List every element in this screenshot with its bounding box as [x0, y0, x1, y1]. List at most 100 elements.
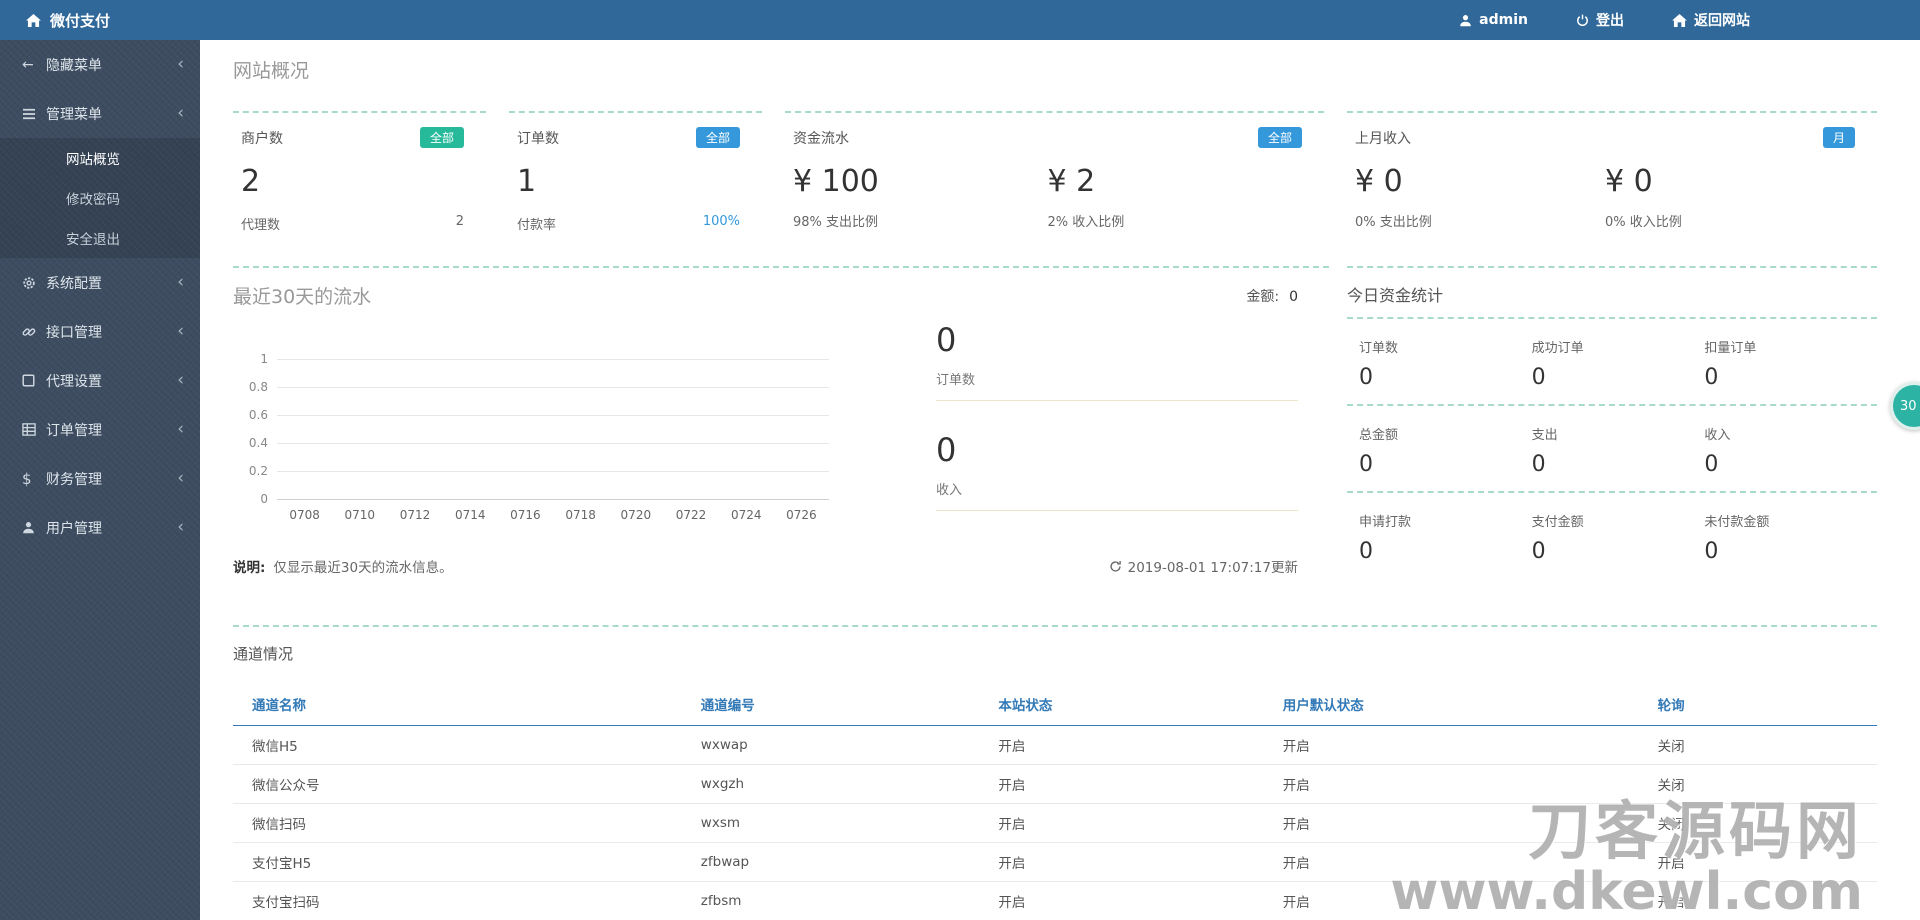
channels-title: 通道情况	[233, 645, 294, 663]
stat-col-expense: ¥ 100 98% 支出比例	[793, 148, 1048, 230]
link-icon	[22, 325, 46, 339]
today-label: 未付款金额	[1704, 515, 1770, 530]
sidebar-item-agent-settings[interactable]: 代理设置 ‹	[0, 356, 200, 405]
today-value: 0	[1704, 539, 1719, 564]
flow-chart-ylabels: 0 0.2 0.4 0.6 0.8 1	[235, 352, 277, 506]
sidebar-item-safe-exit[interactable]: 安全退出	[0, 218, 200, 258]
channels-table: 通道名称 通道编号 本站状态 用户默认状态 轮询 微信H5 wxwap 开启 开启 关闭 微信公众…	[233, 682, 1877, 920]
today-cell: 未付款金额 0	[1704, 493, 1877, 564]
today-title: 今日资金统计	[1347, 286, 1444, 305]
today-row: 总金额 0 支出 0 收入 0	[1347, 406, 1877, 493]
today-label: 订单数	[1359, 341, 1399, 356]
sidebar-item-order-management[interactable]: 订单管理 ‹	[0, 405, 200, 454]
column-header[interactable]: 通道名称	[233, 682, 682, 726]
stat-sub-value: 100%	[702, 214, 740, 229]
logout-button[interactable]: 登出	[1576, 10, 1624, 30]
back-to-site-button[interactable]: 返回网站	[1672, 10, 1750, 30]
today-value: 0	[1531, 365, 1546, 390]
today-row: 订单数 0 成功订单 0 扣量订单 0	[1347, 319, 1877, 406]
top-header: 微付支付 admin 登出 返回网站	[0, 0, 1920, 40]
chevron-left-icon: ‹	[177, 54, 184, 74]
sidebar-item-site-overview[interactable]: 网站概览	[0, 138, 200, 178]
chart-gridline	[277, 415, 829, 416]
today-value: 0	[1704, 452, 1719, 477]
flow-amount: 金额: 0	[1246, 286, 1298, 306]
column-header[interactable]: 用户默认状态	[1263, 682, 1639, 726]
sidebar-item-label: 财务管理	[46, 471, 102, 488]
chart-xtick: 0716	[510, 508, 541, 522]
column-header[interactable]: 轮询	[1638, 682, 1877, 726]
table-cell: 开启	[1638, 842, 1877, 882]
main-content: 网站概况 商户数 全部 2 代理数 2 订单数 全部 1 付款率 100% 资金…	[200, 40, 1920, 920]
chart-ytick: 0.2	[248, 464, 268, 478]
today-label: 总金额	[1359, 428, 1399, 443]
flow-side-stats: 0 订单数 0 收入	[936, 321, 1298, 511]
table-row: 微信公众号 wxgzh 开启 开启 关闭	[233, 764, 1877, 804]
chevron-left-icon: ‹	[177, 103, 184, 123]
flow-panel: 最近30天的流水 金额: 0 0 0.2 0.4 0.6 0.8 1 0708 0710 071…	[233, 266, 1329, 625]
sidebar-item-interface-management[interactable]: 接口管理 ‹	[0, 307, 200, 356]
today-value: 0	[1359, 539, 1373, 564]
table-cell: wxgzh	[681, 764, 980, 804]
stat-sub-value: 2	[455, 214, 464, 229]
chart-xtick: 0708	[289, 508, 320, 522]
sidebar-item-manage-menu[interactable]: 管理菜单 ‹	[0, 89, 200, 138]
table-row: 微信扫码 wxsm 开启 开启 关闭	[233, 803, 1877, 843]
table-cell: 微信H5	[233, 725, 682, 765]
side-stat-label: 订单数	[936, 373, 976, 388]
stat-card-fund-flow: 资金流水 全部 ¥ 100 98% 支出比例 ¥ 2 2% 收入比例	[785, 111, 1324, 266]
chart-xtick: 0718	[565, 508, 596, 522]
username: admin	[1479, 12, 1528, 28]
sidebar-item-change-password[interactable]: 修改密码	[0, 178, 200, 218]
chart-xtick: 0714	[454, 508, 486, 522]
stat-card-last-month-income: 上月收入 月 ¥ 0 0% 支出比例 ¥ 0 0% 收入比例	[1347, 111, 1877, 266]
column-header[interactable]: 本站状态	[979, 682, 1264, 726]
today-cell: 总金额 0	[1359, 406, 1532, 477]
table-cell: 关闭	[1638, 764, 1877, 804]
brand-title: 微付支付	[50, 11, 111, 30]
today-value: 0	[1359, 452, 1373, 477]
flow-chart-xlabels: 0708 0710 0712 0714 0716 0718 0720 0722 0724 0726	[277, 508, 829, 522]
stat-sub-label: 98% 支出比例	[793, 215, 879, 230]
table-cell: 微信扫码	[233, 803, 682, 843]
note-label: 说明:	[233, 560, 266, 576]
amount-label: 金额:	[1246, 288, 1280, 305]
chart-xtick: 0726	[786, 508, 817, 522]
sidebar: ← 隐藏菜单 ‹ 管理菜单 ‹ 网站概览 修改密码 安全退出 系统配置 ‹ 接口…	[0, 40, 200, 920]
stat-value: ¥ 100	[793, 164, 879, 199]
sidebar-item-hide-menu[interactable]: ← 隐藏菜单 ‹	[0, 40, 200, 89]
chart-xtick: 0722	[675, 508, 707, 522]
today-cell: 支出 0	[1532, 406, 1705, 477]
stat-value: ¥ 2	[1047, 164, 1096, 199]
channels-section: 通道情况 通道名称 通道编号 本站状态 用户默认状态 轮询 微信H5 wxwap 开启 开启关…	[233, 625, 1877, 920]
brand[interactable]: 微付支付	[0, 10, 110, 31]
today-label: 申请打款	[1359, 515, 1412, 530]
today-cell: 扣量订单 0	[1704, 319, 1877, 390]
table-row: 微信H5 wxwap 开启 开启 关闭	[233, 725, 1877, 765]
sidebar-item-system-config[interactable]: 系统配置 ‹	[0, 258, 200, 307]
stat-col-income: ¥ 0 0% 收入比例	[1605, 148, 1855, 230]
sidebar-submenu: 网站概览 修改密码 安全退出	[0, 138, 200, 258]
sidebar-item-label: 系统配置	[46, 275, 102, 292]
chevron-left-icon: ‹	[177, 370, 184, 390]
table-cell: 微信公众号	[233, 764, 682, 804]
refresh-button[interactable]: 2019-08-01 17:07:17更新	[1109, 556, 1298, 576]
table-header-row: 通道名称 通道编号 本站状态 用户默认状态 轮询	[233, 682, 1877, 726]
chart-xtick: 0720	[620, 508, 652, 522]
chart-gridline	[277, 387, 829, 388]
sidebar-item-user-management[interactable]: 用户管理 ‹	[0, 503, 200, 552]
sidebar-item-finance-management[interactable]: $ 财务管理 ‹	[0, 454, 200, 503]
today-value: 0	[1531, 452, 1546, 477]
stat-col-income: ¥ 2 2% 收入比例	[1048, 148, 1303, 230]
chart-gridline	[277, 499, 829, 500]
today-value: 0	[1704, 365, 1719, 390]
table-cell: wxsm	[681, 803, 980, 843]
table-cell: 开启	[979, 764, 1264, 804]
column-header[interactable]: 通道编号	[681, 682, 980, 726]
user-menu[interactable]: admin	[1459, 12, 1528, 28]
stat-col-expense: ¥ 0 0% 支出比例	[1355, 148, 1605, 230]
page-title: 网站概况	[233, 60, 310, 82]
table-cell: 支付宝H5	[233, 842, 682, 882]
menu-icon	[22, 108, 46, 120]
today-label: 成功订单	[1531, 341, 1584, 356]
